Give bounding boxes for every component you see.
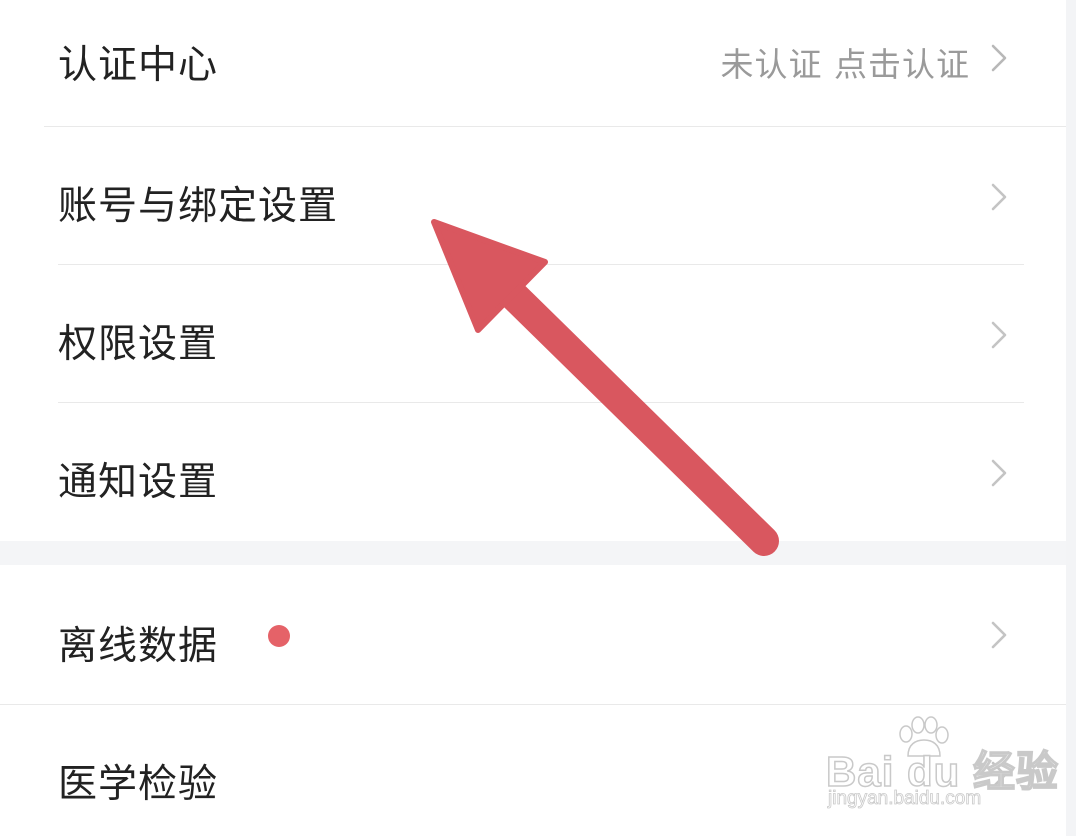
watermark-url: jingyan.baidu.com — [828, 788, 982, 810]
baidu-jingyan-watermark: Bai du 经验 jingyan.baidu.com — [820, 716, 1060, 816]
annotation-arrow — [431, 219, 779, 556]
